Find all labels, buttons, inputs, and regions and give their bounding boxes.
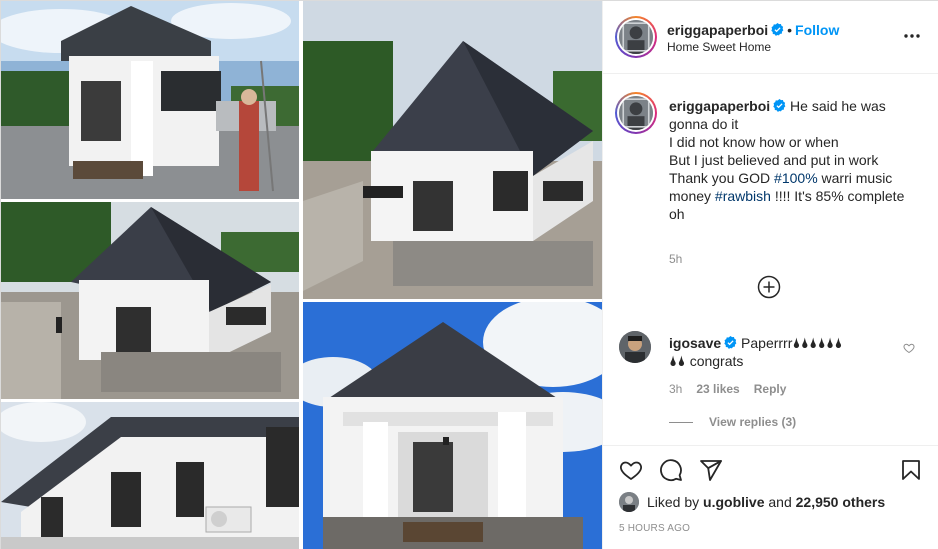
author-username-link[interactable]: eriggapaperboi — [667, 22, 768, 38]
hashtag-100-link[interactable]: #100% — [774, 170, 818, 186]
collage-photo-house-wall-closeup — [1, 402, 299, 549]
comment-reply-button[interactable]: Reply — [754, 382, 787, 396]
caption-timestamp[interactable]: 5h — [669, 252, 682, 266]
post-actions-bar: Liked by u.goblive and 22,950 others 5 H… — [603, 445, 938, 549]
liker-username-link[interactable]: u.goblive — [703, 494, 764, 510]
verified-badge-icon — [771, 23, 784, 36]
caption-line-7: oh — [669, 206, 685, 222]
header-user-line: eriggapaperboi • Follow — [667, 22, 839, 38]
verified-badge-icon — [724, 336, 737, 349]
caption-line-5-start: Thank you GOD — [669, 170, 775, 186]
comment-heart-icon[interactable] — [903, 342, 915, 354]
location-link[interactable]: Home Sweet Home — [667, 40, 771, 54]
commenter-username-link[interactable]: igosave — [669, 335, 721, 351]
follow-button[interactable]: Follow — [795, 22, 839, 38]
verified-badge-icon — [773, 99, 786, 112]
comment-likes-count[interactable]: 23 likes — [696, 382, 739, 396]
separator-dot: • — [787, 22, 793, 38]
plus-circle-icon[interactable] — [757, 275, 781, 299]
hashtag-rawbish-link[interactable]: #rawbish — [715, 188, 771, 204]
post-dialog: eriggapaperboi • Follow Home Sweet Home er… — [0, 0, 938, 549]
comments-section[interactable]: eriggapaperboi He said he was gonna do i… — [603, 75, 938, 445]
caption-line-1: He said he was — [790, 98, 886, 114]
caption-line-5-end: warri music — [817, 170, 893, 186]
post-side-panel: eriggapaperboi • Follow Home Sweet Home er… — [602, 1, 938, 549]
post-header: eriggapaperboi • Follow Home Sweet Home — [603, 1, 938, 74]
comment-timestamp[interactable]: 3h — [669, 382, 682, 396]
comment-meta: 3h 23 likes Reply — [669, 382, 800, 396]
post-timestamp[interactable]: 5 HOURS AGO — [619, 523, 690, 534]
caption-line-6-start: money — [669, 188, 715, 204]
replies-divider-line — [669, 422, 693, 424]
bookmark-icon[interactable] — [899, 458, 923, 482]
caption-line-6-end: !!!! It's 85% complete — [770, 188, 905, 204]
liked-by-summary[interactable]: Liked by u.goblive and 22,950 others — [619, 492, 885, 512]
post-image-collage[interactable] — [1, 1, 602, 549]
collage-photo-house-aerial — [303, 1, 602, 299]
caption-line-4: But I just believed and put in work — [669, 152, 879, 168]
collage-photo-house-side — [1, 202, 299, 399]
heart-icon[interactable] — [619, 458, 643, 482]
caption-line-3: I did not know how or when — [669, 134, 839, 150]
caption-avatar[interactable] — [615, 92, 657, 134]
liked-by-and: and — [768, 494, 792, 510]
likes-count-link[interactable]: 22,950 others — [796, 494, 886, 510]
liked-by-prefix: Liked by — [647, 494, 700, 510]
comment-body-line-1: Paperrrr🌢🌢🌢🌢🌢🌢 — [741, 335, 843, 351]
comment-icon[interactable] — [659, 458, 683, 482]
comment-text: igosave Paperrrr🌢🌢🌢🌢🌢🌢 🌢🌢 congrats — [669, 334, 884, 370]
caption-line-2: gonna do it — [669, 116, 739, 132]
share-icon[interactable] — [699, 458, 723, 482]
comment-body-line-2: 🌢🌢 congrats — [669, 353, 744, 369]
caption-username-link[interactable]: eriggapaperboi — [669, 98, 770, 114]
commenter-avatar[interactable] — [619, 331, 651, 363]
collage-photo-front-porch — [1, 1, 299, 199]
author-avatar[interactable] — [615, 16, 657, 58]
more-options-icon[interactable] — [903, 27, 921, 45]
collage-photo-house-front-blue-sky — [303, 302, 602, 549]
liker-avatar — [619, 492, 639, 512]
view-replies-button[interactable]: View replies (3) — [669, 415, 796, 429]
view-replies-label: View replies (3) — [709, 415, 797, 429]
caption-text: eriggapaperboi He said he was gonna do i… — [669, 97, 921, 223]
